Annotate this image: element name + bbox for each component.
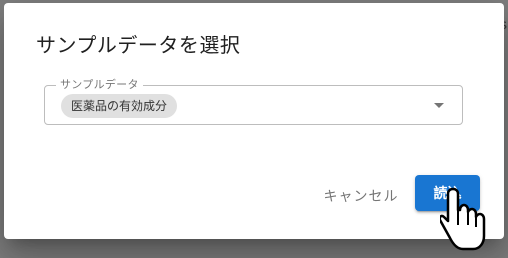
sample-data-select[interactable]: サンプルデータ 医薬品の有効成分: [44, 78, 463, 125]
selected-chip: 医薬品の有効成分: [61, 94, 178, 118]
caret-down-icon[interactable]: [434, 103, 444, 108]
dialog-title: サンプルデータを選択: [36, 33, 241, 57]
select-label: サンプルデータ: [56, 78, 143, 92]
cancel-button[interactable]: キャンセル: [316, 178, 406, 214]
load-button[interactable]: 読込: [415, 175, 480, 211]
sample-data-dialog: サンプルデータを選択 サンプルデータ 医薬品の有効成分 キャンセル 読込: [4, 3, 504, 239]
